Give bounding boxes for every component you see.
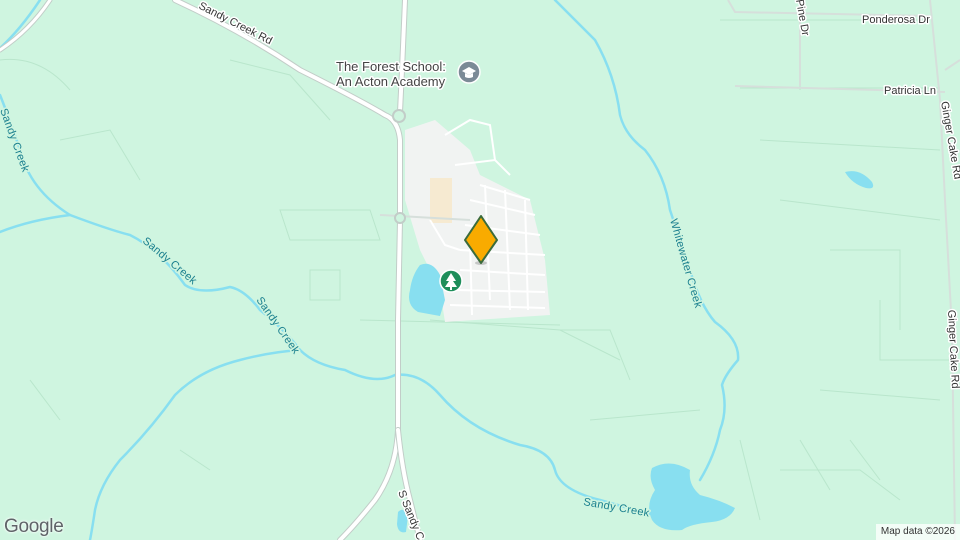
road-label-ponderosa-dr: Ponderosa Dr [862, 14, 930, 26]
school-grounds [430, 178, 452, 223]
map-canvas[interactable]: Sandy Creek Rd S Sandy C Ponderosa Dr Pa… [0, 0, 960, 540]
graduation-cap-icon[interactable] [457, 60, 481, 84]
school-label-line1: The Forest School: [336, 59, 446, 74]
tree-icon[interactable] [439, 269, 463, 293]
school-label-line2: An Acton Academy [336, 74, 446, 89]
map-attribution[interactable]: Map data ©2026 [875, 524, 960, 540]
road-label-patricia-ln: Patricia Ln [884, 85, 936, 97]
google-logo: Google [4, 516, 64, 537]
